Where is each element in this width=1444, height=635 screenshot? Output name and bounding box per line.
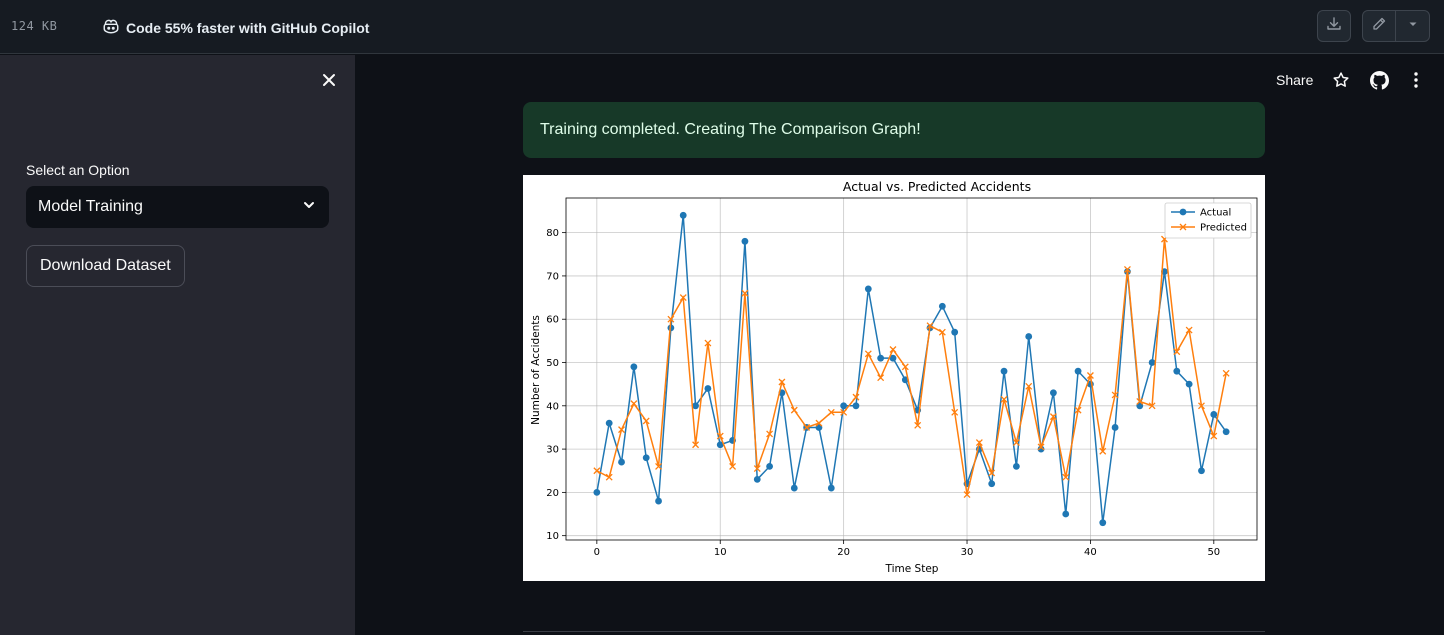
y-axis-label: Number of Accidents — [530, 315, 542, 425]
more-menu-icon[interactable] — [1406, 70, 1426, 90]
point-actual — [593, 488, 601, 496]
star-icon[interactable] — [1331, 70, 1351, 90]
sidebar: Select an Option Model Training Download… — [0, 55, 355, 635]
point-actual — [618, 458, 625, 466]
edit-file-button[interactable] — [1362, 10, 1396, 42]
point-actual — [1111, 424, 1119, 431]
point-actual — [951, 328, 959, 336]
x-tick-label: 20 — [837, 547, 850, 558]
pencil-icon — [1371, 16, 1387, 37]
legend-label: Predicted — [1200, 223, 1247, 234]
point-predicted — [790, 406, 798, 414]
share-button[interactable]: Share — [1276, 72, 1313, 88]
copilot-promo-text: Code 55% faster with GitHub Copilot — [126, 19, 370, 36]
point-actual — [1173, 367, 1181, 375]
point-actual — [655, 497, 662, 505]
point-actual — [679, 211, 687, 219]
point-actual — [1012, 463, 1020, 470]
chart-ticks: 0 10 20 30 40 50 10 20 30 40 50 60 70 80 — [546, 228, 1220, 558]
download-icon — [1326, 16, 1342, 37]
download-dataset-button[interactable]: Download Dataset — [26, 245, 185, 287]
chart-legend: Actual Predicted — [1164, 202, 1252, 239]
point-actual — [988, 480, 996, 488]
point-predicted — [877, 374, 885, 382]
point-actual — [864, 285, 872, 293]
chart-grid — [566, 198, 1257, 540]
y-tick-label: 60 — [546, 315, 559, 326]
point-actual — [704, 385, 712, 392]
point-actual — [790, 484, 798, 492]
point-actual — [840, 402, 848, 410]
point-actual — [1210, 411, 1218, 418]
point-actual — [1062, 510, 1070, 518]
y-tick-label: 50 — [546, 358, 559, 369]
point-actual — [741, 237, 749, 245]
chart-series — [593, 211, 1230, 527]
point-actual — [642, 454, 650, 462]
point-actual — [852, 402, 860, 410]
point-actual — [630, 363, 638, 371]
x-tick-label: 50 — [1207, 547, 1220, 558]
download-raw-button[interactable] — [1317, 10, 1351, 42]
chevron-down-icon — [301, 197, 317, 218]
point-actual — [1000, 367, 1008, 375]
point-actual — [1198, 467, 1205, 475]
y-tick-label: 10 — [546, 531, 559, 542]
legend-marker — [1179, 208, 1187, 216]
point-actual — [1099, 519, 1107, 527]
point-actual — [1074, 367, 1082, 375]
y-tick-label: 70 — [546, 271, 559, 282]
point-actual — [1025, 333, 1033, 340]
point-actual — [605, 419, 613, 427]
caret-down-icon — [1405, 16, 1421, 37]
series-line-actual — [596, 215, 1227, 523]
copilot-icon — [102, 17, 120, 38]
y-tick-label: 80 — [546, 228, 559, 239]
plot-frame — [565, 197, 1258, 541]
point-actual — [877, 354, 885, 362]
y-tick-label: 20 — [546, 488, 559, 499]
x-tick-label: 40 — [1084, 547, 1097, 558]
x-tick-label: 0 — [594, 547, 600, 558]
x-axis-label: Time Step — [885, 563, 939, 575]
close-sidebar-button[interactable] — [318, 71, 340, 93]
github-file-header: 124 KB Code 55% faster with GitHub Copil… — [0, 0, 1444, 54]
point-actual — [938, 302, 946, 310]
point-actual — [766, 463, 773, 470]
chart-svg: Actual vs. Predicted Accidents Time Step… — [530, 179, 1258, 575]
select-option-label: Select an Option — [26, 162, 130, 178]
chart-title: Actual vs. Predicted Accidents — [843, 179, 1031, 194]
close-icon — [321, 72, 337, 93]
point-actual — [753, 475, 761, 483]
y-tick-label: 30 — [546, 445, 559, 456]
point-actual — [1185, 380, 1193, 388]
x-tick-label: 10 — [714, 547, 727, 558]
copilot-promo-link[interactable]: Code 55% faster with GitHub Copilot — [102, 17, 369, 38]
alert-message: Training completed. Creating The Compari… — [540, 121, 921, 138]
file-size: 124 KB — [11, 19, 58, 33]
point-predicted — [889, 346, 897, 353]
option-select[interactable]: Model Training — [26, 186, 329, 228]
github-icon[interactable] — [1369, 70, 1389, 90]
comparison-chart: Actual vs. Predicted Accidents Time Step… — [523, 175, 1265, 581]
point-actual — [827, 484, 835, 492]
success-alert: Training completed. Creating The Compari… — [523, 102, 1265, 158]
legend-label: Actual — [1200, 208, 1231, 219]
x-tick-label: 30 — [961, 547, 974, 558]
point-actual — [1222, 428, 1230, 436]
divider — [523, 631, 1265, 632]
selected-option-text: Model Training — [38, 198, 143, 215]
y-tick-label: 40 — [546, 401, 559, 412]
series-line-predicted — [596, 239, 1227, 495]
point-actual — [1050, 389, 1057, 397]
edit-options-dropdown[interactable] — [1395, 10, 1430, 42]
